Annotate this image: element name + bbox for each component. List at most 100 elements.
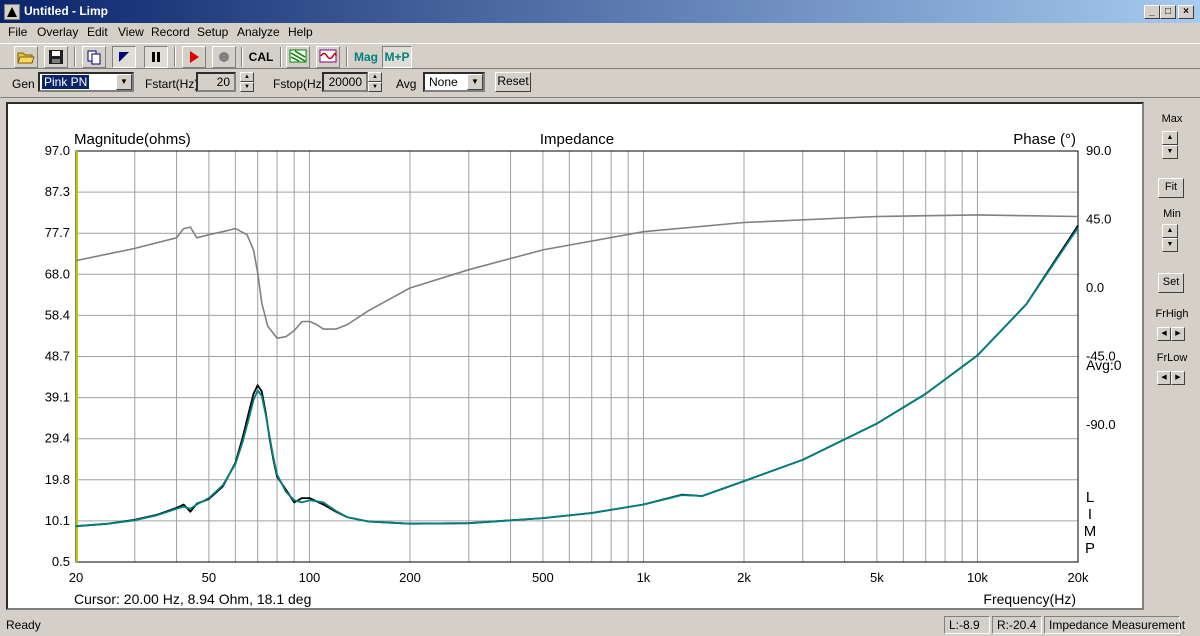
fstop-field[interactable]: 20000 xyxy=(322,72,368,92)
x-tick-label: 20 xyxy=(69,570,83,585)
menu-view[interactable]: View xyxy=(118,25,144,39)
spin-down-icon[interactable]: ▼ xyxy=(1162,238,1178,252)
menu-setup[interactable]: Setup xyxy=(197,25,228,39)
pause-icon xyxy=(152,52,160,62)
x-axis-title: Frequency(Hz) xyxy=(983,591,1076,607)
wave-button[interactable] xyxy=(316,46,340,68)
min-label: Min xyxy=(1163,208,1181,220)
status-mode: Impedance Measurement xyxy=(1044,616,1185,634)
minimize-button[interactable]: _ xyxy=(1144,5,1160,19)
frlow-spinner[interactable]: ◀ ▶ xyxy=(1157,368,1185,385)
side-letter: L xyxy=(1086,489,1094,506)
folder-icon xyxy=(17,52,35,64)
min-spinner[interactable]: ▲ ▼ xyxy=(1162,224,1178,252)
reset-button[interactable]: Reset xyxy=(495,72,531,92)
trigger-button[interactable] xyxy=(112,46,136,68)
copy-button[interactable] xyxy=(82,46,106,68)
frhigh-spinner[interactable]: ◀ ▶ xyxy=(1157,324,1185,341)
status-bar: Ready L:-8.9 R:-20.4 Impedance Measureme… xyxy=(0,614,1200,636)
frlow-label: FrLow xyxy=(1156,352,1188,364)
side-letter: M xyxy=(1084,523,1097,540)
fstop-spinner[interactable]: ▲ ▼ xyxy=(368,72,382,92)
gen-select[interactable]: Pink PN ▼ xyxy=(38,72,134,92)
y-tick-label: 10.1 xyxy=(45,513,70,528)
y2-tick-label: -90.0 xyxy=(1086,417,1116,432)
series-magnitude-overlay-line xyxy=(75,225,1079,528)
generator-controls: Gen Pink PN ▼ Fstart(Hz) 20 ▲ ▼ Fstop(Hz)… xyxy=(0,70,1200,98)
overlay-button[interactable] xyxy=(286,46,310,68)
x-tick-label: 10k xyxy=(967,570,988,585)
trigger-icon xyxy=(119,52,129,62)
open-folder-button[interactable] xyxy=(14,46,38,68)
window-title: Untitled - Limp xyxy=(24,4,108,18)
gen-label: Gen xyxy=(12,77,35,91)
y2-tick-label: 45.0 xyxy=(1086,212,1111,227)
spin-up-icon[interactable]: ▲ xyxy=(368,72,382,82)
menu-file[interactable]: File xyxy=(8,25,27,39)
maximize-button[interactable]: □ xyxy=(1160,5,1176,19)
cal-button[interactable]: CAL xyxy=(246,46,276,68)
y-tick-label: 58.4 xyxy=(45,307,70,322)
max-label: Max xyxy=(1161,113,1183,125)
fstart-label: Fstart(Hz) xyxy=(145,77,199,91)
y-tick-label: 29.4 xyxy=(45,431,70,446)
title-bar: Untitled - Limp _ □ × xyxy=(0,0,1200,24)
menu-help[interactable]: Help xyxy=(288,25,313,39)
chevron-right-icon[interactable]: ▶ xyxy=(1171,371,1185,385)
menu-bar: File Overlay Edit View Record Setup Anal… xyxy=(0,24,1200,42)
y-tick-label: 0.5 xyxy=(52,554,70,569)
y-tick-label: 19.8 xyxy=(45,472,70,487)
frhigh-label: FrHigh xyxy=(1155,308,1189,320)
app-icon[interactable] xyxy=(4,4,20,20)
play-button[interactable] xyxy=(182,46,206,68)
fit-button[interactable]: Fit xyxy=(1158,178,1184,198)
y-axis-title: Magnitude(ohms) xyxy=(74,131,191,148)
record-button[interactable] xyxy=(212,46,236,68)
waveform-icon xyxy=(319,49,337,63)
fstart-spinner[interactable]: ▲ ▼ xyxy=(240,72,254,92)
y-tick-label: 97.0 xyxy=(45,143,70,158)
close-button[interactable]: × xyxy=(1178,5,1194,19)
avg-value: None xyxy=(429,75,458,89)
spin-down-icon[interactable]: ▼ xyxy=(368,82,382,92)
impedance-graph[interactable]: 97.0 87.3 77.7 68.0 58.4 48.7 39.1 29.4 19.8 10.1… xyxy=(6,102,1144,610)
menu-record[interactable]: Record xyxy=(151,25,190,39)
menu-overlay[interactable]: Overlay xyxy=(37,25,78,39)
chart-title: Impedance xyxy=(540,131,614,148)
menu-edit[interactable]: Edit xyxy=(87,25,108,39)
y-tick-label: 68.0 xyxy=(45,266,70,281)
x-tick-label: 200 xyxy=(399,570,421,585)
impedance-chart[interactable]: 97.0 87.3 77.7 68.0 58.4 48.7 39.1 29.4 19.8 10.1… xyxy=(8,104,1142,608)
spin-up-icon[interactable]: ▲ xyxy=(240,72,254,82)
spin-up-icon[interactable]: ▲ xyxy=(1162,224,1178,238)
side-letter: I xyxy=(1088,506,1092,523)
copy-icon xyxy=(87,50,101,65)
max-spinner[interactable]: ▲ ▼ xyxy=(1162,131,1178,159)
cursor-readout: Cursor: 20.00 Hz, 8.94 Ohm, 18.1 deg xyxy=(74,591,311,607)
spin-down-icon[interactable]: ▼ xyxy=(240,82,254,92)
set-button[interactable]: Set xyxy=(1158,273,1184,293)
status-ready: Ready xyxy=(6,618,41,632)
chevron-left-icon[interactable]: ◀ xyxy=(1157,371,1171,385)
chevron-right-icon[interactable]: ▶ xyxy=(1171,327,1185,341)
x-tick-label: 500 xyxy=(532,570,554,585)
chevron-down-icon[interactable]: ▼ xyxy=(116,74,132,90)
fstart-field[interactable]: 20 xyxy=(196,72,236,92)
chevron-down-icon[interactable]: ▼ xyxy=(467,74,483,90)
avg-readout: Avg:0 xyxy=(1086,357,1122,373)
x-tick-label: 5k xyxy=(870,570,884,585)
side-letter: P xyxy=(1085,540,1095,557)
play-icon xyxy=(190,51,199,63)
pause-button[interactable] xyxy=(144,46,168,68)
menu-analyze[interactable]: Analyze xyxy=(237,25,280,39)
gen-value: Pink PN xyxy=(42,75,90,89)
mag-button[interactable]: Mag xyxy=(352,46,380,68)
x-tick-label: 2k xyxy=(737,570,751,585)
spin-up-icon[interactable]: ▲ xyxy=(1162,131,1178,145)
mag-phase-button[interactable]: M+P xyxy=(382,46,412,68)
spin-down-icon[interactable]: ▼ xyxy=(1162,145,1178,159)
avg-select[interactable]: None ▼ xyxy=(423,72,485,92)
save-button[interactable] xyxy=(44,46,68,68)
chevron-left-icon[interactable]: ◀ xyxy=(1157,327,1171,341)
status-left-level: L:-8.9 xyxy=(944,616,990,634)
